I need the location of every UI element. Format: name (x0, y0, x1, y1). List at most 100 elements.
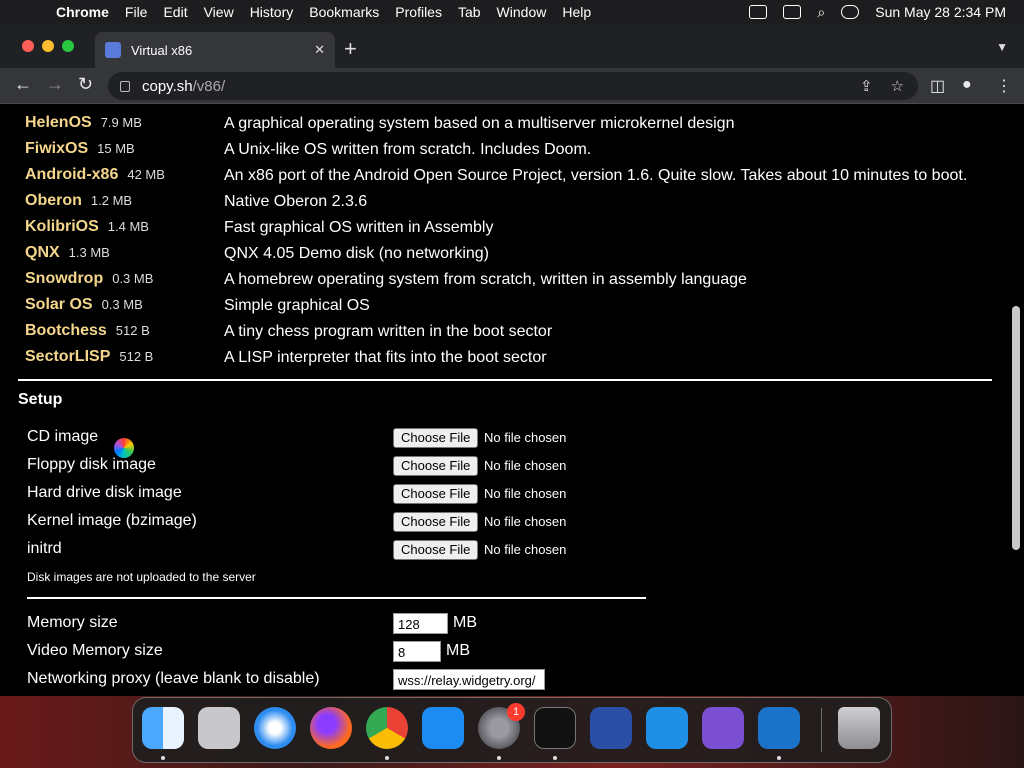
os-size: 0.3 MB (112, 271, 154, 286)
reload-icon[interactable]: ↻ (78, 74, 93, 95)
url-host: copy.sh (142, 77, 193, 95)
share-icon[interactable]: ⇪ (860, 77, 873, 95)
window-minimize-button[interactable] (42, 40, 54, 52)
menu-file[interactable]: File (125, 4, 148, 20)
os-size: 0.3 MB (101, 297, 143, 312)
chrome-icon[interactable] (366, 707, 408, 749)
setup-heading: Setup (18, 391, 63, 408)
lock-icon (120, 80, 130, 92)
page-content: HelenOS 7.9 MB A graphical operating sys… (0, 104, 1010, 696)
menu-app-chrome[interactable]: Chrome (56, 4, 109, 20)
address-bar[interactable]: copy.sh /v86/ ⇪ ☆ (108, 72, 918, 100)
menu-history[interactable]: History (250, 4, 294, 20)
teamviewer-icon[interactable] (758, 707, 800, 749)
os-link-helenos[interactable]: HelenOS (25, 114, 92, 132)
os-link-bootchess[interactable]: Bootchess (25, 322, 107, 340)
os-link-fiwixos[interactable]: FiwixOS (25, 140, 88, 158)
menu-view[interactable]: View (204, 4, 234, 20)
os-size: 42 MB (127, 167, 165, 182)
menu-profiles[interactable]: Profiles (395, 4, 442, 20)
os-row-helenos: HelenOS 7.9 MB (25, 114, 142, 138)
window-close-button[interactable] (22, 40, 34, 52)
memory-size-label: Memory size (27, 614, 118, 631)
menu-tab[interactable]: Tab (458, 4, 481, 20)
forward-arrow-icon[interactable]: → (46, 74, 64, 95)
setup-divider (27, 597, 646, 599)
screen-share-icon[interactable] (749, 5, 768, 19)
side-panel-icon[interactable]: ◫ (930, 76, 945, 96)
url-path: /v86/ (192, 77, 226, 95)
initrd-choose-file-button[interactable]: Choose File (393, 540, 479, 560)
page-scrollbar[interactable] (1012, 306, 1020, 550)
menu-window[interactable]: Window (497, 4, 547, 20)
app-store-icon[interactable] (422, 707, 464, 749)
os-link-solar-os[interactable]: Solar OS (25, 296, 93, 314)
cd-image-choose-file-button[interactable]: Choose File (393, 428, 479, 448)
control-center-icon[interactable] (841, 5, 860, 19)
os-description: A homebrew operating system from scratch… (224, 271, 747, 288)
os-link-sectorlisp[interactable]: SectorLISP (25, 348, 110, 366)
menu-bookmarks[interactable]: Bookmarks (309, 4, 379, 20)
menu-edit[interactable]: Edit (163, 4, 187, 20)
hard-drive-image-choose-file-button[interactable]: Choose File (393, 484, 479, 504)
launchpad-icon[interactable] (198, 707, 240, 749)
os-size: 512 B (115, 323, 150, 338)
visual-studio-icon[interactable] (702, 707, 744, 749)
trash-icon[interactable] (838, 707, 880, 749)
initrd-file-status: No file chosen (484, 542, 567, 557)
remote-desktop-icon[interactable] (590, 707, 632, 749)
os-link-kolibrios[interactable]: KolibriOS (25, 218, 99, 236)
back-arrow-icon[interactable]: ← (14, 74, 32, 95)
finder-icon[interactable] (142, 707, 184, 749)
os-link-android-x86[interactable]: Android-x86 (25, 166, 118, 184)
section-divider (18, 379, 992, 381)
window-zoom-button[interactable] (62, 40, 74, 52)
networking-proxy-input[interactable]: wss://relay.widgetry.org/ (393, 669, 545, 690)
os-description: Fast graphical OS written in Assembly (224, 219, 494, 236)
new-tab-icon[interactable]: + (344, 36, 357, 62)
kernel-image-choose-file-button[interactable]: Choose File (393, 512, 479, 532)
kernel-image-file-status: No file chosen (484, 514, 567, 529)
busy-cursor-icon (114, 438, 134, 458)
menu-help[interactable]: Help (562, 4, 591, 20)
terminal-icon[interactable] (534, 707, 576, 749)
video-memory-size-input[interactable]: 8 (393, 641, 441, 662)
menubar-clock[interactable]: Sun May 28 2:34 PM (875, 4, 1006, 20)
hard-drive-image-file-status: No file chosen (484, 486, 567, 501)
tab-favicon-icon (105, 42, 121, 58)
tab-close-icon[interactable]: ✕ (314, 42, 325, 58)
os-row-sectorlisp: SectorLISP 512 B (25, 348, 153, 372)
os-description: A tiny chess program written in the boot… (224, 323, 553, 340)
dock-separator (821, 708, 822, 752)
notification-badge: 1 (507, 703, 525, 721)
vscode-icon[interactable] (646, 707, 688, 749)
os-link-qnx[interactable]: QNX (25, 244, 60, 262)
chrome-menu-icon[interactable]: ⋮ (996, 76, 1012, 96)
running-indicator (497, 756, 501, 760)
display-mirroring-icon[interactable] (783, 5, 802, 19)
os-size: 1.2 MB (90, 193, 133, 208)
safari-icon[interactable] (254, 707, 296, 749)
running-indicator (161, 756, 165, 760)
os-row-snowdrop: Snowdrop 0.3 MB (25, 270, 153, 294)
running-indicator (553, 756, 557, 760)
memory-size-input[interactable]: 128 (393, 613, 448, 634)
os-description: A LISP interpreter that fits into the bo… (224, 349, 547, 366)
floppy-image-choose-file-button[interactable]: Choose File (393, 456, 479, 476)
os-link-snowdrop[interactable]: Snowdrop (25, 270, 103, 288)
spotlight-search-icon[interactable]: ⌕ (817, 4, 825, 21)
running-indicator (777, 756, 781, 760)
os-link-oberon[interactable]: Oberon (25, 192, 82, 210)
os-row-kolibrios: KolibriOS 1.4 MB (25, 218, 149, 242)
os-row-fiwixos: FiwixOS 15 MB (25, 140, 135, 164)
os-size: 1.4 MB (107, 219, 149, 234)
os-size: 512 B (119, 349, 154, 364)
bookmark-star-icon[interactable]: ☆ (891, 77, 904, 95)
firefox-icon[interactable] (310, 707, 352, 749)
kernel-image-label: Kernel image (bzimage) (27, 512, 197, 529)
profile-avatar-icon[interactable]: ● (962, 76, 972, 94)
browser-tab[interactable]: Virtual x86 ✕ (95, 32, 335, 68)
os-size: 15 MB (97, 141, 135, 156)
tab-search-chevron-icon[interactable]: ▼ (996, 40, 1008, 54)
os-description: QNX 4.05 Demo disk (no networking) (224, 245, 489, 262)
